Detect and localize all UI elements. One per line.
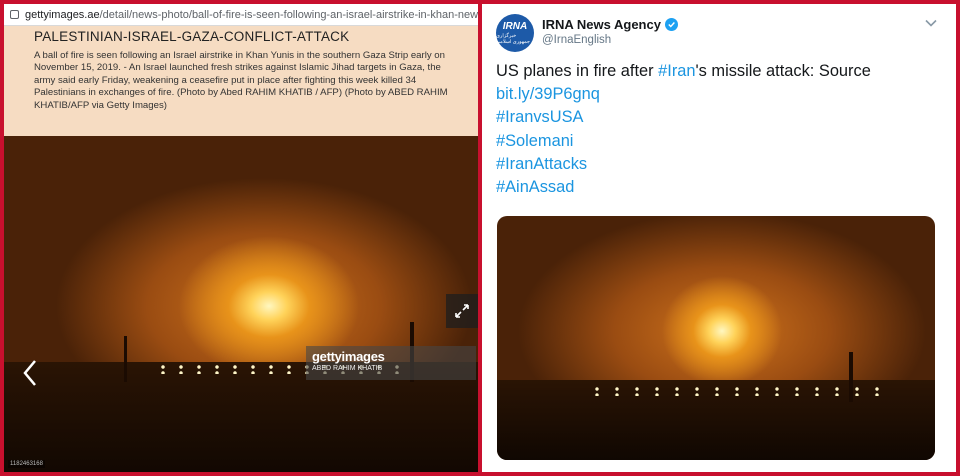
tweet-text-prefix: US planes in fire after <box>496 62 659 80</box>
watermark-brand: gettyimages <box>312 349 385 364</box>
watermark-credit: ABED RAHIM KHATIB <box>312 365 383 372</box>
lock-icon <box>10 10 19 19</box>
url-domain: gettyimages.ae <box>25 8 100 21</box>
getty-screenshot-panel: gettyimages.ae/detail/news-photo/ball-of… <box>4 4 478 472</box>
image-id: 1182463168 <box>8 460 45 468</box>
previous-image-button[interactable] <box>18 356 42 390</box>
hashtag-iran[interactable]: #Iran <box>658 62 695 80</box>
chevron-down-icon[interactable] <box>924 16 938 30</box>
expand-icon <box>455 304 469 318</box>
hashtag-iranattacks[interactable]: #IranAttacks <box>496 153 946 176</box>
hashtag-ainassad[interactable]: #AinAssad <box>496 176 946 199</box>
url-path: /detail/news-photo/ball-of-fire-is-seen-… <box>99 8 478 21</box>
avatar-logo-subtext: خبرگزاری جمهوری اسلامی <box>496 33 530 45</box>
avatar-logo-text: IRNA <box>502 21 528 32</box>
tweet-photo[interactable] <box>497 216 935 460</box>
caption-text: A ball of fire is seen following an Isra… <box>34 50 448 111</box>
tweet-text: US planes in fire after #Iran's missile … <box>496 60 946 199</box>
photo-caption: PALESTINIAN-ISRAEL-GAZA-CONFLICT-ATTACK … <box>4 26 478 136</box>
avatar[interactable]: IRNA خبرگزاری جمهوری اسلامی <box>496 14 534 52</box>
photo-tower <box>849 352 853 402</box>
getty-watermark: gettyimages ABED RAHIM KHATIB <box>306 346 476 380</box>
caption-title: PALESTINIAN-ISRAEL-GAZA-CONFLICT-ATTACK <box>34 29 350 44</box>
tweet-line-1: US planes in fire after #Iran's missile … <box>496 60 946 83</box>
hashtag-iranvsusa[interactable]: #IranvsUSA <box>496 106 946 129</box>
address-bar[interactable]: gettyimages.ae/detail/news-photo/ball-of… <box>4 4 478 26</box>
photo-lights <box>587 386 887 396</box>
getty-photo[interactable]: gettyimages ABED RAHIM KHATIB 1182463168 <box>4 136 478 472</box>
display-name[interactable]: IRNA News Agency <box>542 17 661 32</box>
hashtag-solemani[interactable]: #Solemani <box>496 130 946 153</box>
photo-tower <box>124 336 127 382</box>
chevron-left-icon <box>23 360 36 386</box>
author-handle[interactable]: @IrnaEnglish <box>542 34 611 46</box>
expand-button[interactable] <box>446 294 478 328</box>
tweet-text-suffix: 's missile attack: Source <box>695 62 871 80</box>
verified-icon <box>664 18 678 31</box>
tweet-link[interactable]: bit.ly/39P6gnq <box>496 83 946 106</box>
tweet-card: IRNA خبرگزاری جمهوری اسلامی IRNA News Ag… <box>482 4 956 472</box>
author-name-row: IRNA News Agency <box>542 17 678 32</box>
